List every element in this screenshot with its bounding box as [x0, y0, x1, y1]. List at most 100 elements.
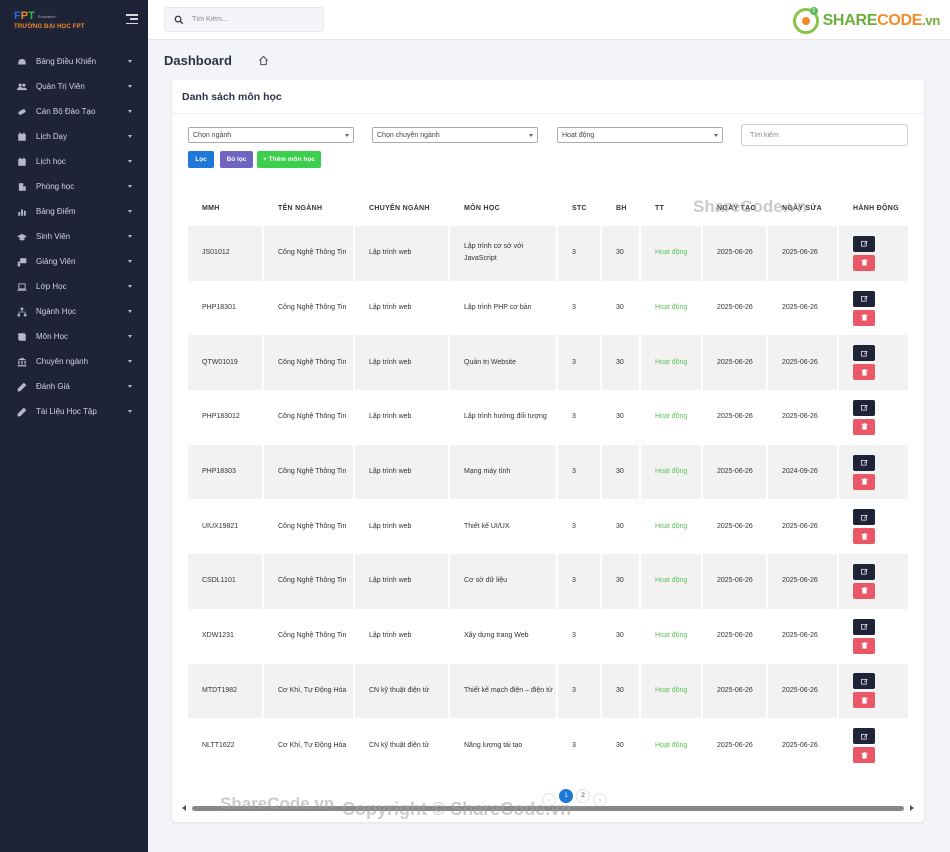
page-button[interactable]: 1: [559, 788, 573, 803]
cell-tao: 2025-06-26: [703, 226, 768, 281]
cell-chuyen: Lập trình web: [355, 499, 450, 555]
column-header: BH: [616, 205, 627, 212]
sidebar-item-3[interactable]: Lịch Dạy: [0, 124, 148, 149]
delete-button[interactable]: [853, 528, 875, 545]
delete-button[interactable]: [853, 582, 875, 599]
cell-actions: [839, 718, 908, 773]
sidebar-item-label: Chuyên ngành: [36, 357, 89, 366]
sidebar-item-5[interactable]: Phòng học: [0, 174, 148, 199]
sidebar-item-label: Cán Bộ Đào Tạo: [36, 107, 96, 116]
cell-sua: 2025-06-26: [768, 226, 839, 281]
horizontal-scrollbar[interactable]: [182, 804, 914, 812]
edit-button[interactable]: [853, 618, 875, 635]
cell-mmh: XDW1231: [188, 608, 264, 664]
trash-icon: [860, 423, 868, 430]
topbar: 3 SHARECODE.vn: [148, 0, 950, 40]
trash-icon: [860, 642, 868, 649]
logo-sub: Education: [37, 13, 56, 19]
delete-button[interactable]: [853, 637, 875, 654]
cell-stc: 3: [558, 499, 602, 555]
cell-tao: 2025-06-26: [703, 608, 768, 664]
chevron-down-icon: [529, 133, 533, 137]
search-icon: [174, 15, 184, 24]
delete-button[interactable]: [853, 418, 875, 435]
sidebar-item-6[interactable]: Bảng Điểm: [0, 199, 148, 224]
sidebar-item-13[interactable]: Đánh Giá: [0, 374, 148, 399]
scroll-right-icon[interactable]: [910, 805, 914, 811]
sidebar-item-label: Sinh Viên: [36, 232, 71, 241]
sidebar-item-11[interactable]: Môn Học: [0, 324, 148, 349]
cell-sua: 2025-06-26: [768, 608, 839, 664]
sidebar-item-4[interactable]: Lịch học: [0, 149, 148, 174]
cell-bh: 30: [602, 499, 641, 555]
cell-stc: 3: [558, 554, 602, 609]
cell-chuyen: Lập trình web: [355, 390, 450, 445]
clear-filter-button[interactable]: Bỏ lọc: [220, 151, 253, 168]
edit-button[interactable]: [853, 235, 875, 252]
sidebar-item-label: Quản Trị Viên: [36, 82, 85, 91]
search-box[interactable]: [164, 7, 324, 32]
edit-button[interactable]: [853, 454, 875, 471]
table-body: JS01012 Công Nghệ Thông Tin Lập trình web L…: [188, 226, 908, 773]
edit-button[interactable]: [853, 509, 875, 526]
page-button[interactable]: 2: [576, 788, 590, 803]
cell-mmh: MTDT1982: [188, 663, 264, 719]
status-select[interactable]: Hoạt động: [557, 127, 723, 143]
edit-button[interactable]: [853, 345, 875, 362]
sidebar-item-label: Môn Học: [36, 332, 69, 341]
sidebar-item-14[interactable]: Tài Liệu Học Tập: [0, 399, 148, 424]
delete-button[interactable]: [853, 364, 875, 381]
cell-mmh: UIUX19821: [188, 499, 264, 555]
edit-icon: [860, 733, 868, 740]
sidebar-item-7[interactable]: Sinh Viên: [0, 224, 148, 249]
edit-icon: [860, 459, 868, 466]
table-row: PHP18303 Công Nghệ Thông Tin Lập trình web…: [188, 444, 908, 500]
cell-tao: 2025-06-26: [703, 444, 768, 500]
chevron-down-icon: [128, 285, 132, 288]
cell-nganh: Công Nghệ Thông Tin: [264, 280, 355, 336]
edit-button[interactable]: [853, 673, 875, 690]
edit-button[interactable]: [853, 399, 875, 416]
edit-button[interactable]: [853, 290, 875, 307]
sidebar-item-label: Tài Liệu Học Tập: [36, 407, 97, 416]
table-row: UIUX19821 Công Nghệ Thông Tin Lập trình we…: [188, 499, 908, 555]
column-header: HÀNH ĐỘNG: [853, 205, 899, 212]
column-header: STC: [572, 205, 587, 212]
pills-icon: [16, 106, 27, 117]
scrollbar-thumb[interactable]: [192, 805, 904, 811]
sidebar-item-1[interactable]: Quản Trị Viên: [0, 74, 148, 99]
delete-button[interactable]: [853, 692, 875, 709]
delete-button[interactable]: [853, 254, 875, 271]
sidebar-item-10[interactable]: Ngành Học: [0, 299, 148, 324]
delete-button[interactable]: [853, 309, 875, 326]
delete-button[interactable]: [853, 747, 875, 764]
trash-icon: [860, 587, 868, 595]
cell-tao: 2025-06-26: [703, 718, 768, 773]
edit-button[interactable]: [853, 728, 875, 745]
home-icon[interactable]: [258, 55, 269, 66]
calendar-icon: [16, 156, 27, 167]
menu-toggle-icon[interactable]: [126, 14, 138, 24]
edit-button[interactable]: [853, 563, 875, 580]
subject-search-input[interactable]: Tìm kiếm: [741, 124, 908, 146]
specialization-select[interactable]: Chọn chuyên ngành: [372, 127, 538, 143]
delete-button[interactable]: [853, 473, 875, 490]
sidebar-item-12[interactable]: Chuyên ngành: [0, 349, 148, 374]
cell-stc: 3: [558, 663, 602, 719]
search-input[interactable]: [192, 16, 312, 23]
cell-tao: 2025-06-26: [703, 499, 768, 555]
sidebar-item-label: Lớp Học: [36, 282, 67, 291]
sidebar-item-8[interactable]: Giảng Viên: [0, 249, 148, 274]
sidebar-item-0[interactable]: Bảng Điều Khiển: [0, 49, 148, 74]
cell-actions: [839, 226, 908, 281]
logo[interactable]: FPT Education TRƯỜNG ĐẠI HỌC FPT: [0, 0, 148, 40]
cell-bh: 30: [602, 554, 641, 609]
add-subject-button[interactable]: + Thêm môn học: [257, 151, 321, 168]
table-row: JS01012 Công Nghệ Thông Tin Lập trình web L…: [188, 226, 908, 281]
sidebar-item-2[interactable]: Cán Bộ Đào Tạo: [0, 99, 148, 124]
sidebar-item-9[interactable]: Lớp Học: [0, 274, 148, 299]
filter-button[interactable]: Lọc: [188, 151, 214, 168]
major-select[interactable]: Chọn ngành: [188, 127, 354, 143]
cell-tao: 2025-06-26: [703, 663, 768, 719]
scroll-left-icon[interactable]: [182, 805, 186, 811]
